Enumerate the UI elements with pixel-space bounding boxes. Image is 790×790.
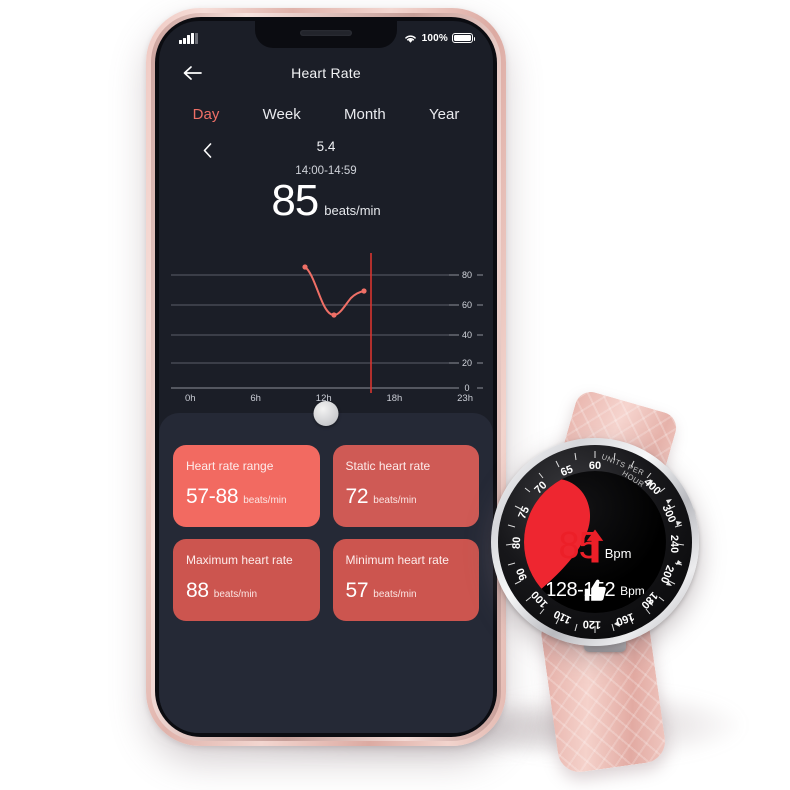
status-bar-right: 100% [403,32,476,44]
svg-text:40: 40 [462,330,472,340]
wifi-icon [404,34,416,43]
watch-dial[interactable]: 85 Bpm 128-152 Bpm [524,471,666,613]
x-tick-23h: 23h [457,393,473,404]
svg-text:80: 80 [462,270,472,280]
reading-value: 85 [271,176,319,225]
card-unit: beats/min [373,495,417,506]
card-value: 72 [345,485,369,508]
x-tick-0h: 0h [185,393,196,404]
card-title: Heart rate range [186,459,274,473]
tab-week[interactable]: Week [257,104,307,125]
card-value: 57-88 [186,485,239,508]
smartwatch-device: 60 65 70 75 80 90 100 110 120 160 180 20… [455,388,765,775]
tab-day[interactable]: Day [187,104,226,125]
svg-text:80: 80 [511,537,523,550]
watch-bpm-range: 128-152 Bpm [524,579,666,602]
watch-bpm-reading: 85 Bpm [524,527,666,565]
page-title: Heart Rate [291,65,361,81]
period-tabs: Day Week Month Year [159,99,493,129]
card-unit: beats/min [373,589,417,600]
chart-point [331,312,337,318]
svg-text:60: 60 [462,300,472,310]
x-tick-18h: 18h [386,393,403,404]
tab-month[interactable]: Month [338,104,392,125]
chart-point [361,288,367,294]
svg-text:0: 0 [464,383,469,393]
tab-year[interactable]: Year [423,104,465,125]
card-unit: beats/min [243,495,287,506]
x-tick-6h: 6h [250,393,261,404]
card-unit: beats/min [213,589,258,600]
battery-percent-label: 100% [421,32,448,44]
watch-bezel: 60 65 70 75 80 90 100 110 120 160 180 20… [498,445,692,639]
card-value: 88 [186,579,209,602]
back-arrow-icon[interactable] [179,60,205,86]
chevron-left-icon[interactable] [197,140,217,160]
card-title: Static heart rate [345,459,431,473]
x-tick-12h: 12h [315,393,332,404]
date-nav: 5.4 [159,139,493,163]
time-range-label: 14:00-14:59 [295,165,357,177]
current-reading: 85 beats/min [159,179,493,223]
stat-cards: Heart rate range 57-88 beats/min Static … [173,445,479,621]
svg-text:160: 160 [614,610,635,628]
chart-point [302,264,308,270]
cellular-signal-icon [179,32,198,44]
nav-bar: Heart Rate [159,55,493,91]
card-heart-rate-range[interactable]: Heart rate range 57-88 beats/min [173,445,320,527]
status-bar: 100% [159,21,493,55]
card-value: 57 [345,579,369,602]
up-arrow-icon [586,529,604,563]
svg-text:20: 20 [462,358,472,368]
card-title: Minimum heart rate [345,553,449,567]
thumbs-up-icon [584,579,606,601]
svg-text:120: 120 [583,618,602,631]
card-maximum-heart-rate[interactable]: Maximum heart rate 88 beats/min [173,539,320,621]
battery-full-icon [452,32,476,44]
svg-text:240: 240 [668,535,680,553]
chart-y-ticks: 80 60 40 20 0 [449,270,483,393]
reading-unit: beats/min [324,203,381,218]
phone-screen: 100% Heart Rate Day Week Month Year 5.4 … [159,21,493,733]
stats-panel: Heart rate range 57-88 beats/min Static … [159,401,493,733]
scene: 100% Heart Rate Day Week Month Year 5.4 … [0,0,790,790]
heart-rate-chart[interactable]: 80 60 40 20 0 [159,253,493,393]
watch-case: 60 65 70 75 80 90 100 110 120 160 180 20… [491,438,699,646]
chart-line [304,266,365,317]
phone-device: 100% Heart Rate Day Week Month Year 5.4 … [146,8,506,746]
chart-gridlines [171,274,449,389]
chart-x-axis: 0h 6h 12h 18h 23h [185,393,473,409]
card-title: Maximum heart rate [186,553,293,567]
